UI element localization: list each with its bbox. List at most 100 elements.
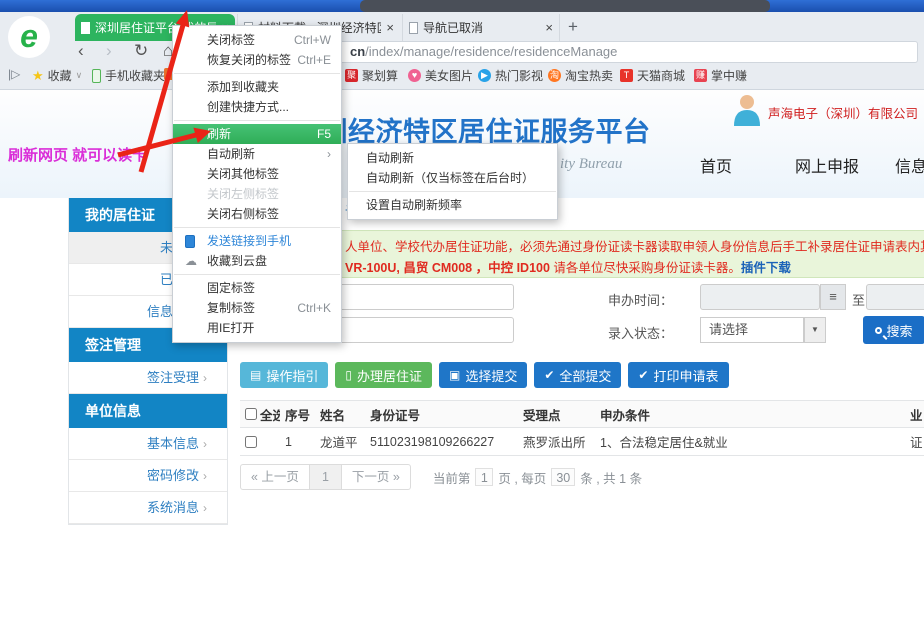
zhuan-icon: 赚	[694, 69, 707, 82]
select-submit-button[interactable]: ▣选择提交	[439, 362, 527, 388]
screen: e 深圳居住证平台 我的居住证管理 × 材料下载 - 深圳经济特区居住证 × 导…	[0, 0, 924, 640]
menu-label: 关闭其他标签	[207, 164, 279, 184]
submit-all-button[interactable]: ✔全部提交	[534, 362, 621, 388]
prev-page-button[interactable]: « 上一页	[240, 464, 310, 490]
bookmark-beauty-pics[interactable]: ♥ 美女图片	[408, 67, 473, 84]
notice-line2-text: 请各单位尽快采购身份证读卡器。	[550, 261, 741, 275]
button-label: 办理居住证	[357, 366, 422, 385]
chevron-right-icon: ›	[203, 501, 207, 515]
submenu-arrow-icon: ›	[327, 144, 331, 164]
current-page-button[interactable]: 1	[310, 464, 341, 490]
plugin-download-link[interactable]: 插件下载	[741, 261, 791, 275]
search-button[interactable]: 搜索	[863, 316, 924, 344]
new-tab-button[interactable]: +	[568, 17, 578, 37]
cloud-icon: ☁	[185, 251, 197, 271]
menu-label: 恢复关闭的标签	[207, 50, 291, 70]
notice-line2: VR-100U, 昌贸 CM008 ，中控 ID100 请各单位尽快采购身份证读…	[345, 257, 791, 276]
menu-label: 关闭标签	[207, 30, 255, 50]
bookmark-phone-folder[interactable]: 手机收藏夹	[92, 67, 165, 84]
bookmark-label: 热门影视	[495, 67, 543, 84]
favorites-menu[interactable]: ★ 收藏 ∨	[32, 67, 82, 84]
entry-status-select[interactable]: 请选择	[700, 317, 804, 343]
tab-navigation-cancelled[interactable]: 导航已取消 ×	[402, 14, 560, 41]
menu-separator	[174, 73, 340, 74]
annotation-note: 刷新网页 就可以读卡	[8, 144, 147, 165]
table-row[interactable]: 1 龙道平 511023198109266227 燕罗派出所 1、合法稳定居住&…	[240, 428, 924, 456]
forward-icon[interactable]: ›	[106, 41, 112, 61]
print-application-button[interactable]: ✔打印申请表	[628, 362, 728, 388]
page-number-input[interactable]: 1	[475, 468, 493, 486]
apply-residence-permit-button[interactable]: ▯ 办理居住证	[335, 362, 432, 388]
sidebar-header-unit-info: 单位信息	[69, 394, 227, 428]
row-checkbox[interactable]	[245, 436, 257, 448]
send-to-phone-icon	[185, 235, 195, 248]
page-size-input[interactable]: 30	[551, 468, 575, 486]
sidebar-item-label: 基本信息	[147, 436, 199, 451]
submenu-item-auto-refresh-background[interactable]: 自动刷新（仅当标签在后台时）	[348, 168, 557, 188]
menu-label: 收藏到云盘	[207, 251, 267, 271]
menu-label: 自动刷新	[366, 148, 414, 168]
taobao-icon: 淘	[548, 69, 561, 82]
operation-guide-button[interactable]: ▤操作指引	[240, 362, 328, 388]
tab-close-icon[interactable]: ×	[386, 20, 394, 35]
menu-item-refresh[interactable]: 刷新F5	[173, 124, 341, 144]
site-nav-info[interactable]: 信息	[895, 153, 924, 177]
pagination-text: 条 , 共 1 条	[580, 468, 642, 487]
col-condition: 申办条件	[595, 405, 905, 424]
menu-item-send-link-to-phone[interactable]: 发送链接到手机	[173, 231, 341, 251]
menu-item-close-tab[interactable]: 关闭标签Ctrl+W	[173, 30, 341, 50]
dropdown-arrow-icon[interactable]: ▼	[804, 317, 826, 343]
menu-label: 关闭左侧标签	[207, 184, 279, 204]
menu-item-auto-refresh[interactable]: 自动刷新›	[173, 144, 341, 164]
menu-item-open-in-ie[interactable]: 用IE打开	[173, 318, 341, 338]
menu-item-duplicate-tab[interactable]: 复制标签Ctrl+K	[173, 298, 341, 318]
cell-condition: 1、合法稳定居住&就业	[595, 432, 905, 451]
chevron-right-icon: ›	[203, 371, 207, 385]
menu-item-restore-closed-tab[interactable]: 恢复关闭的标签Ctrl+E	[173, 50, 341, 70]
menu-item-close-right-tabs[interactable]: 关闭右侧标签	[173, 204, 341, 224]
menu-item-save-to-cloud[interactable]: ☁ 收藏到云盘	[173, 251, 341, 271]
bookmark-zhangzhongzhuan[interactable]: 赚 掌中赚	[694, 67, 747, 84]
juhuasuan-icon: 聚	[345, 69, 358, 82]
menu-label: 固定标签	[207, 278, 255, 298]
menu-shortcut: Ctrl+K	[297, 298, 331, 318]
url-domain: cn	[350, 44, 365, 59]
bookmark-hot-movies[interactable]: ▶ 热门影视	[478, 67, 543, 84]
apply-time-from-input[interactable]	[700, 284, 820, 310]
select-all-checkbox[interactable]	[245, 408, 257, 420]
bookmark-tmall[interactable]: T 天猫商城	[620, 67, 685, 84]
button-label: 操作指引	[266, 366, 318, 385]
menu-label: 设置自动刷新频率	[366, 195, 462, 215]
menu-item-add-to-favorites[interactable]: 添加到收藏夹	[173, 77, 341, 97]
tab-close-icon[interactable]: ×	[545, 20, 553, 35]
sidebar-panel-toggle-icon[interactable]: |▷	[8, 67, 20, 81]
apply-time-to-input[interactable]	[866, 284, 924, 310]
sidebar-item-basic-info[interactable]: 基本信息›	[69, 428, 227, 460]
document-icon: ▯	[345, 368, 352, 382]
site-subtitle-fragment: ity Bureau	[560, 156, 622, 173]
cell-seq: 1	[280, 435, 315, 449]
sidebar-item-system-messages[interactable]: 系统消息›	[69, 492, 227, 524]
reload-icon[interactable]: ↻	[134, 41, 148, 61]
cell-accept-point: 燕罗派出所	[518, 432, 595, 451]
bookmark-taobao-hot[interactable]: 淘 淘宝热卖	[548, 67, 613, 84]
submenu-item-set-refresh-frequency[interactable]: 设置自动刷新频率	[348, 195, 557, 215]
menu-separator	[174, 227, 340, 228]
bookmark-juhuasuan[interactable]: 聚 聚划算	[345, 67, 398, 84]
back-icon[interactable]: ‹	[78, 41, 84, 61]
col-id-number: 身份证号	[365, 405, 518, 424]
menu-item-close-other-tabs[interactable]: 关闭其他标签	[173, 164, 341, 184]
sidebar-item-change-password[interactable]: 密码修改›	[69, 460, 227, 492]
submenu-item-auto-refresh[interactable]: 自动刷新	[348, 148, 557, 168]
sidebar-item-endorsement-accept[interactable]: 签注受理›	[69, 362, 227, 394]
calendar-icon[interactable]: ≡	[820, 284, 846, 310]
pagination-text: 页 , 每页	[498, 468, 546, 487]
site-nav-home[interactable]: 首页	[700, 153, 732, 177]
menu-item-pin-tab[interactable]: 固定标签	[173, 278, 341, 298]
menu-item-create-shortcut[interactable]: 创建快捷方式...	[173, 97, 341, 117]
next-page-button[interactable]: 下一页 »	[341, 464, 411, 490]
beauty-pics-icon: ♥	[408, 69, 421, 82]
site-nav-online-declare[interactable]: 网上申报	[795, 153, 859, 177]
browser-logo-icon[interactable]: e	[8, 16, 50, 58]
cell-id-number: 511023198109266227	[365, 435, 518, 449]
